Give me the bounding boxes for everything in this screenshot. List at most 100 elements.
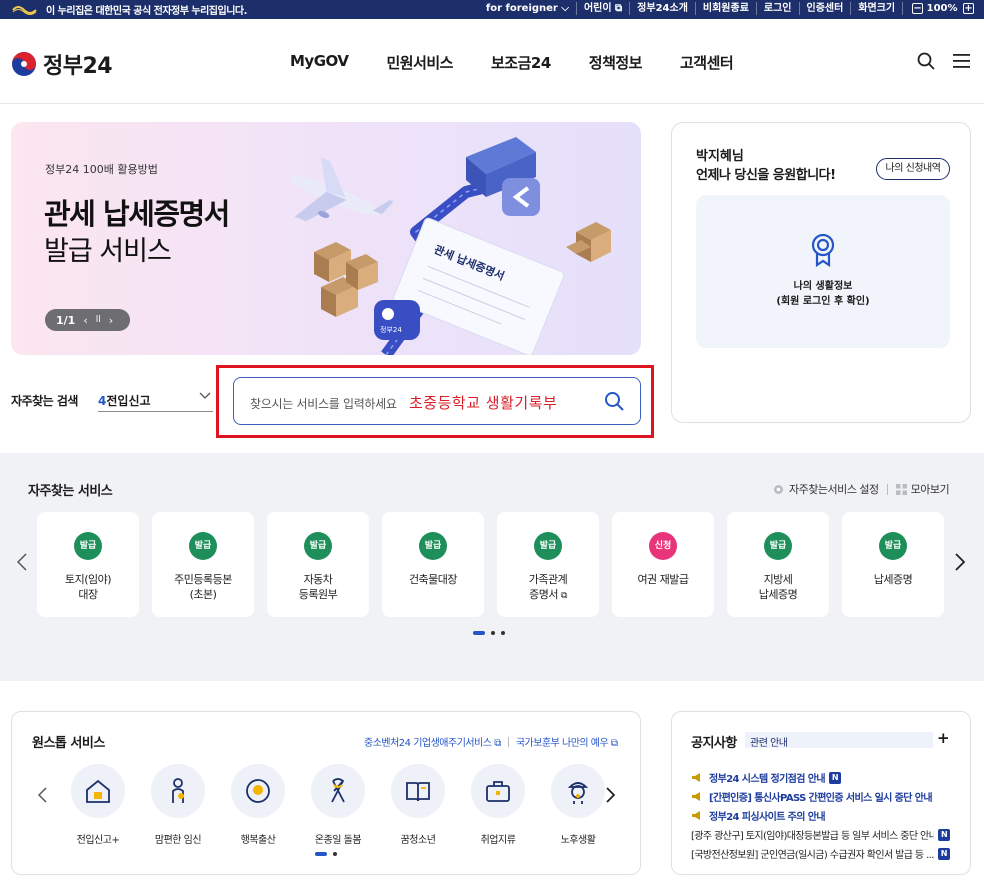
- onestop-label: 취업지류: [480, 835, 516, 846]
- page-dot[interactable]: [333, 852, 337, 856]
- veterans-link[interactable]: 국가보훈부 나만의 예우 ⧉: [516, 734, 618, 749]
- onestop-item-birth[interactable]: 행복출산: [218, 764, 298, 846]
- page-dot[interactable]: [501, 631, 505, 635]
- nav-civil-service[interactable]: 민원서비스: [386, 52, 453, 73]
- issue-badge: 발급: [189, 532, 217, 560]
- onestop-item-youth[interactable]: 꿈청소년: [378, 764, 458, 846]
- notice-item[interactable]: [광주 광산구] 토지(임야)대장등본발급 등 일부 서비스 중단 안내 N: [691, 827, 950, 842]
- banner-prev-button[interactable]: ‹: [83, 314, 87, 327]
- onestop-item-move-in[interactable]: 전입신고+: [58, 764, 138, 846]
- notice-tab-related[interactable]: 관련 안내: [745, 732, 933, 749]
- frequent-services-settings-link[interactable]: 자주찾는서비스 설정: [789, 481, 879, 497]
- apply-badge: 신청: [649, 532, 677, 560]
- notice-item[interactable]: 정부24 시스템 정기점검 안내 N: [691, 770, 841, 785]
- link-kids[interactable]: 어린이 ⧉: [575, 2, 629, 15]
- onestop-label: 행복출산: [240, 835, 276, 846]
- service-card[interactable]: 발급 토지(임야) 대장: [37, 512, 139, 617]
- service-card[interactable]: 발급 주민등록등본 (초본): [152, 512, 254, 617]
- page-dot[interactable]: [491, 631, 495, 635]
- user-profile-card: 박지혜님 언제나 당신을 응원합니다! 나의 신청내역 나의 생활정보 (회원 …: [671, 122, 971, 423]
- more-button[interactable]: +: [937, 729, 950, 747]
- link-for-foreigner[interactable]: for foreigner ⌵: [479, 2, 576, 15]
- onestop-label: 맘편한 임신: [154, 835, 202, 846]
- hero-eyebrow: 정부24 100배 활용방법: [45, 163, 158, 176]
- pregnancy-icon: [172, 778, 184, 803]
- onestop-label: 온종일 돌봄: [314, 835, 362, 846]
- site-header: 정부24 MyGOV 민원서비스 보조금24 정책정보 고객센터: [0, 19, 984, 104]
- chevron-down-icon: [199, 392, 211, 399]
- book-icon: [406, 782, 430, 802]
- onestop-item-senior[interactable]: 노후생활: [538, 764, 618, 846]
- nav-customer-center[interactable]: 고객센터: [680, 52, 734, 73]
- notice-item[interactable]: [간편인증] 통신사PASS 간편인증 서비스 일시 중단 안내: [691, 789, 933, 804]
- ribbon-icon: [331, 778, 345, 803]
- onestop-item-pregnancy[interactable]: 맘편한 임신: [138, 764, 218, 846]
- service-card[interactable]: 발급 지방세 납세증명: [727, 512, 829, 617]
- nav-mygov[interactable]: MyGOV: [290, 52, 349, 73]
- service-card[interactable]: 신청 여권 재발급: [612, 512, 714, 617]
- notice-item[interactable]: 정부24 피싱사이트 주의 안내: [691, 808, 826, 823]
- search-submit-icon[interactable]: [604, 391, 624, 411]
- zoom-out-button[interactable]: −: [912, 3, 924, 14]
- service-card[interactable]: 발급 납세증명: [842, 512, 944, 617]
- link-login[interactable]: 로그인: [755, 2, 799, 15]
- frequent-search-dropdown[interactable]: 4전입신고: [98, 384, 213, 412]
- frequent-search-value: 전입신고: [106, 394, 151, 408]
- issue-badge: 발급: [879, 532, 907, 560]
- sme-venture-link[interactable]: 중소벤처24 기업생애주기서비스 ⧉: [364, 734, 501, 749]
- nav-subsidy24[interactable]: 보조금24: [491, 52, 551, 73]
- service-label: 건축물대장: [408, 573, 458, 586]
- link-about[interactable]: 정부24소개: [629, 2, 695, 15]
- gather-view-link[interactable]: 모아보기: [911, 481, 950, 497]
- megaphone-icon: [692, 811, 700, 820]
- service-search-input[interactable]: 찾으시는 서비스를 입력하세요 초중등학교 생활기록부: [233, 377, 641, 425]
- onestop-label: 전입신고+: [76, 835, 120, 846]
- gear-icon: [774, 484, 783, 494]
- notice-item[interactable]: [국방전산정보원] 군인연금(일시금) 수급권자 확인서 발급 등 ... N: [691, 846, 950, 861]
- my-applications-button[interactable]: 나의 신청내역: [876, 158, 950, 180]
- chevron-left-icon[interactable]: [17, 553, 27, 571]
- section-title: 원스톱 서비스: [32, 736, 105, 751]
- notice-card: 공지사항 관련 안내 + 정부24 시스템 정기점검 안내 N [간편인증] 통신…: [671, 711, 971, 875]
- page-dot-active[interactable]: [315, 852, 327, 856]
- link-cert-center[interactable]: 인증센터: [798, 2, 851, 15]
- onestop-item-care[interactable]: 온종일 돌봄: [298, 764, 378, 846]
- hero-subtitle: 발급 서비스: [44, 236, 172, 267]
- user-greeting: 언제나 당신을 응원합니다!: [696, 168, 836, 183]
- service-card[interactable]: 발급 가족관계 증명서 ⧉: [497, 512, 599, 617]
- service-label: 납세증명: [873, 573, 913, 586]
- service-label: 지방세 납세증명: [758, 573, 798, 601]
- hero-banner[interactable]: 정부24 100배 활용방법 관세 납세증명서 발급 서비스 1/1 ‹ ll …: [11, 122, 641, 355]
- baby-icon: [246, 779, 270, 803]
- brand-name: 정부24: [43, 54, 113, 79]
- airplane-cargo-illustration: 관세 납세증명서 정부24: [290, 137, 611, 355]
- banner-pause-button[interactable]: ll: [96, 315, 101, 325]
- onestop-services-card: 원스톱 서비스 중소벤처24 기업생애주기서비스 ⧉ 국가보훈부 나만의 예우 …: [11, 711, 641, 875]
- chevron-left-icon[interactable]: [38, 787, 47, 803]
- zoom-control: − 100% +: [902, 2, 974, 15]
- service-label: 자동차 등록원부: [298, 573, 338, 601]
- service-card[interactable]: 발급 건축물대장: [382, 512, 484, 617]
- service-label: 주민등록등본 (초본): [174, 573, 232, 601]
- life-info-panel[interactable]: 나의 생활정보 (회원 로그인 후 확인): [696, 195, 950, 348]
- hamburger-menu-icon[interactable]: [953, 54, 970, 68]
- brand-logo[interactable]: 정부24: [11, 48, 113, 80]
- issue-badge: 발급: [764, 532, 792, 560]
- issue-badge: 발급: [304, 532, 332, 560]
- service-card[interactable]: 발급 자동차 등록원부: [267, 512, 369, 617]
- gov-emblem-icon: [12, 6, 37, 15]
- issue-badge: 발급: [534, 532, 562, 560]
- onestop-item-job[interactable]: 취업지류: [458, 764, 538, 846]
- onestop-links: 중소벤처24 기업생애주기서비스 ⧉ 국가보훈부 나만의 예우 ⧉: [364, 734, 618, 749]
- banner-next-button[interactable]: ›: [109, 314, 113, 327]
- search-icon[interactable]: [917, 52, 935, 70]
- search-typed-text: 초중등학교 생활기록부: [409, 394, 558, 412]
- new-badge: N: [937, 847, 950, 860]
- nav-policy-info[interactable]: 정책정보: [589, 52, 643, 73]
- page-dot-active[interactable]: [473, 631, 485, 635]
- zoom-in-button[interactable]: +: [963, 3, 974, 14]
- new-badge: N: [938, 828, 950, 841]
- zoom-level: 100%: [926, 3, 958, 14]
- link-guest-exit[interactable]: 비회원종료: [694, 2, 756, 15]
- onestop-label: 노후생활: [560, 835, 596, 846]
